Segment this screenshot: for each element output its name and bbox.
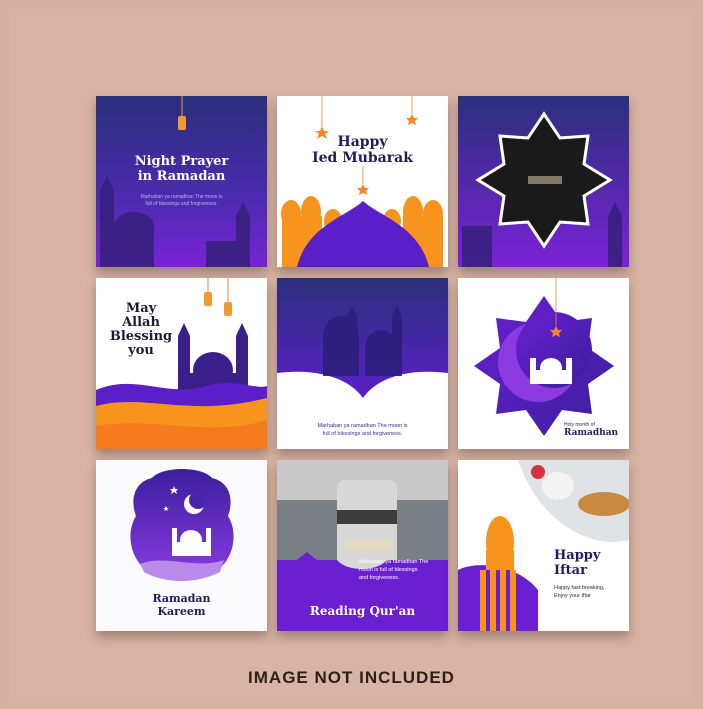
card-night-prayer: Night Prayer in Ramadan Marhaban ya rama…: [96, 96, 267, 267]
card-happy-iftar: Happy Iftar Happy fast breaking, Enjoy y…: [458, 460, 629, 631]
card-eid-mubarak: Happy Ied Mubarak: [277, 96, 448, 267]
reading-quran-body: Marhaban ya ramadhan The moon is full of…: [359, 559, 429, 581]
holy-month-text: Holy month of Ramadhan: [564, 422, 619, 438]
happy-iftar-body: Happy fast breaking, Enjoy your Iftar: [554, 585, 605, 599]
card-ramadan-kareem: Ramadan Kareem: [96, 460, 267, 631]
night-prayer-body: Marhaban ya ramadhan The moon is full of…: [140, 194, 223, 207]
card-allah-bless: May Allah Blessing you: [96, 278, 267, 449]
card-reading-quran: Marhaban ya ramadhan The moon is full of…: [277, 460, 448, 631]
card-marhaban: Marhaban ya ramadhan The moon is full of…: [277, 278, 448, 449]
star-frame-art: [458, 96, 629, 267]
allah-bless-title: May Allah Blessing you: [109, 301, 173, 358]
eid-mosque-art: [277, 96, 448, 267]
card-holy-month: Holy month of Ramadhan: [458, 278, 629, 449]
ramadan-kareem-title: Ramadan Kareem: [152, 592, 211, 618]
marhaban-body: Marhaban ya ramadhan The moon is full of…: [317, 423, 408, 437]
night-prayer-title: Night Prayer in Ramadan: [134, 154, 229, 184]
card-star-frame: [458, 96, 629, 267]
happy-iftar-title: Happy Iftar: [554, 548, 601, 578]
reading-quran-title: Reading Qur'an: [309, 604, 416, 618]
happy-iftar-art: [458, 460, 629, 631]
eid-title: Happy Ied Mubarak: [312, 134, 413, 166]
footer-caption: IMAGE NOT INCLUDED: [248, 668, 455, 687]
